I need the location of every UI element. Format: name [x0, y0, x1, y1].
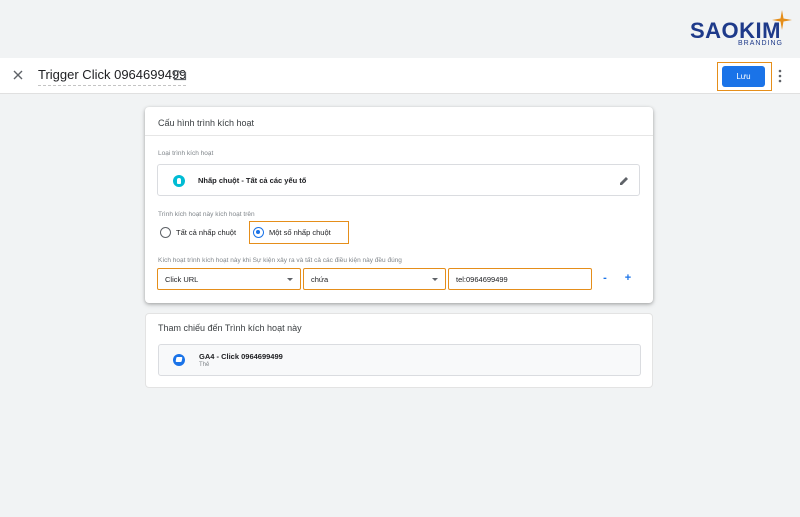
dropdown-caret-icon: [287, 278, 293, 281]
condition-label: Kích hoạt trình kích hoạt này khi Sự kiệ…: [158, 257, 402, 264]
radio-some-clicks-label[interactable]: Một số nhấp chuột: [269, 228, 331, 237]
folder-icon[interactable]: [173, 68, 187, 82]
reference-name: GA4 - Click 0964699499: [199, 352, 283, 361]
close-button[interactable]: [9, 66, 27, 84]
radio-all-clicks-label[interactable]: Tất cả nhấp chuột: [176, 228, 236, 237]
radio-all-clicks[interactable]: [160, 227, 171, 238]
trigger-type-selector[interactable]: Nhấp chuột - Tất cả các yếu tố: [157, 164, 640, 196]
variable-select[interactable]: Click URL: [157, 268, 301, 290]
tag-icon: [173, 354, 185, 366]
more-vert-icon[interactable]: [776, 68, 784, 84]
fires-on-label: Trình kích hoạt này kích hoạt trên: [158, 211, 255, 218]
close-icon: [13, 70, 23, 80]
star-icon: [772, 10, 792, 30]
trigger-type-name: Nhấp chuột - Tất cả các yếu tố: [198, 176, 307, 185]
trigger-type-label: Loại trình kích hoạt: [158, 150, 214, 157]
brand-strip: SAOKIM BRANDING: [0, 0, 800, 58]
remove-condition-button[interactable]: -: [599, 272, 611, 284]
config-card-title: Cấu hình trình kích hoạt: [158, 118, 255, 128]
condition-row: Click URL chứa tel:0964699499 - +: [157, 268, 647, 290]
operator-value: chứa: [311, 275, 329, 284]
reference-type: Thẻ: [199, 362, 210, 368]
dropdown-caret-icon: [432, 278, 438, 281]
fires-on-radio-group: Tất cả nhấp chuột Một số nhấp chuột: [157, 221, 457, 244]
logo-subtitle: BRANDING: [738, 40, 783, 47]
saokim-logo: SAOKIM BRANDING: [690, 10, 792, 52]
add-condition-button[interactable]: +: [622, 272, 634, 284]
condition-value: tel:0964699499: [456, 275, 508, 284]
trigger-config-card[interactable]: Cấu hình trình kích hoạt Loại trình kích…: [145, 107, 653, 303]
references-card-title: Tham chiếu đến Trình kích hoạt này: [158, 323, 302, 333]
trigger-title[interactable]: Trigger Click 0964699499: [38, 67, 187, 86]
references-card: Tham chiếu đến Trình kích hoạt này GA4 -…: [145, 313, 653, 388]
logo-wordmark: SAOKIM: [690, 18, 781, 43]
radio-some-clicks[interactable]: [253, 227, 264, 238]
editor-header: Trigger Click 0964699499 Lưu: [0, 58, 800, 94]
edit-icon[interactable]: [618, 175, 630, 187]
list-item[interactable]: GA4 - Click 0964699499 Thẻ: [158, 344, 641, 376]
click-icon: [173, 175, 185, 187]
divider: [145, 135, 653, 136]
operator-select[interactable]: chứa: [303, 268, 446, 290]
save-button[interactable]: Lưu: [722, 66, 765, 87]
variable-value: Click URL: [165, 275, 199, 284]
condition-value-input[interactable]: tel:0964699499: [448, 268, 592, 290]
